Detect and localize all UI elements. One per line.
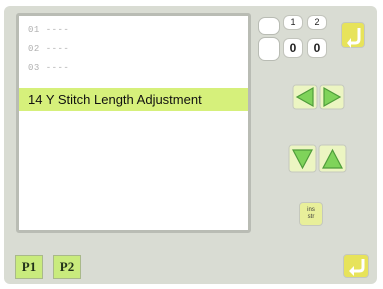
screen: 01 ---- 02 ---- 03 ---- 14 Y Stitch Leng… bbox=[0, 0, 383, 289]
return-arrow-icon bbox=[347, 28, 361, 48]
counter-value-2: 0 bbox=[307, 38, 327, 58]
return-button-top[interactable] bbox=[341, 22, 365, 48]
indicator-circle bbox=[258, 17, 280, 35]
enter-arrow-icon bbox=[349, 259, 365, 276]
indicator-box bbox=[258, 37, 280, 61]
insert-button-label: ins str bbox=[307, 207, 315, 220]
page-button-p2[interactable]: P2 bbox=[53, 255, 81, 279]
counter-value-1: 0 bbox=[283, 38, 303, 58]
list-item-selected[interactable]: 14 Y Stitch Length Adjustment bbox=[19, 88, 248, 111]
list-item[interactable]: 03 ---- bbox=[28, 60, 69, 76]
down-up-group bbox=[288, 142, 348, 174]
down-arrow-icon[interactable] bbox=[288, 142, 348, 174]
program-list[interactable]: 01 ---- 02 ---- 03 ---- 14 Y Stitch Leng… bbox=[16, 13, 251, 233]
list-item[interactable]: 02 ---- bbox=[28, 41, 69, 57]
enter-button[interactable] bbox=[343, 254, 369, 278]
page-button-p1[interactable]: P1 bbox=[15, 255, 43, 279]
left-arrow-icon[interactable] bbox=[292, 82, 346, 112]
counter-label-1: 1 bbox=[283, 15, 303, 30]
counter-label-2: 2 bbox=[307, 15, 327, 30]
insert-button[interactable]: ins str bbox=[299, 202, 323, 226]
list-item[interactable]: 01 ---- bbox=[28, 22, 69, 38]
left-right-group bbox=[292, 82, 346, 112]
